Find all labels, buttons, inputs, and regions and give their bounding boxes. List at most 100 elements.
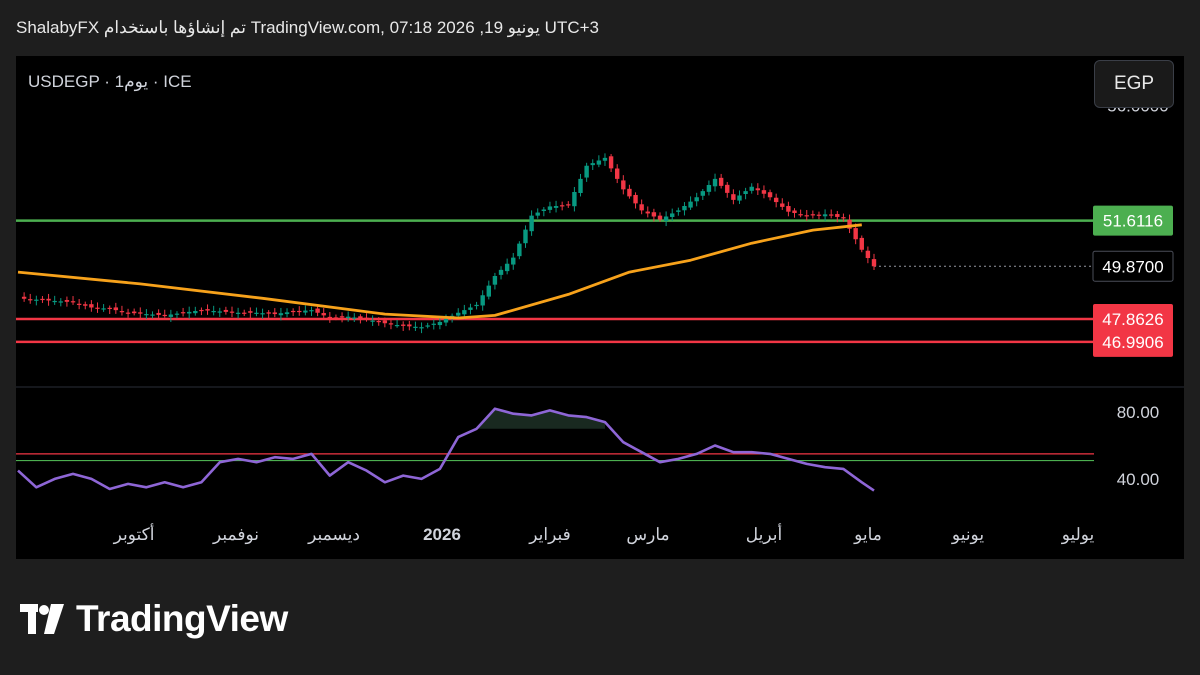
candle <box>590 159 595 171</box>
symbol-label[interactable]: USDEGP · 1يوم · ICE <box>28 72 192 92</box>
indicator-tick-label: 80.00 <box>1117 403 1160 422</box>
candle <box>180 307 186 317</box>
candle <box>737 190 742 204</box>
candle-body <box>180 312 186 314</box>
candle <box>486 280 491 300</box>
candle <box>767 189 773 201</box>
candle-body <box>688 201 693 208</box>
candle-body <box>242 312 247 314</box>
candle-body <box>70 301 76 303</box>
candle-body <box>278 313 284 316</box>
candle-body <box>205 309 210 311</box>
candle <box>119 305 125 316</box>
candle-body <box>456 312 461 316</box>
candle-body <box>431 323 436 325</box>
candle-body <box>407 324 412 327</box>
candle <box>468 303 473 315</box>
candle <box>290 308 296 316</box>
candle-body <box>749 186 754 191</box>
candle <box>187 306 192 319</box>
candle <box>370 315 375 326</box>
candle-body <box>676 210 681 212</box>
candle <box>242 309 247 317</box>
candle <box>498 266 504 280</box>
candle-body <box>529 215 534 232</box>
moving-average-line <box>17 223 862 320</box>
candle <box>529 210 534 236</box>
candle <box>407 320 412 331</box>
candle-body <box>413 326 418 328</box>
level-badge-label-1: 47.8626 <box>1102 310 1163 329</box>
candle <box>517 241 522 260</box>
candle-body <box>162 314 167 317</box>
candle-body <box>474 304 479 307</box>
candle-body <box>223 309 229 312</box>
candle-body <box>829 214 834 216</box>
candle <box>871 253 877 270</box>
candle-body <box>682 206 687 211</box>
chart-frame[interactable]: 56.000051.611647.862646.990649.8700 80.0… <box>16 56 1184 559</box>
candle <box>688 196 693 210</box>
candle <box>480 290 485 311</box>
candle-body <box>517 243 522 257</box>
candle-body <box>633 194 638 204</box>
candle <box>235 307 241 319</box>
candle <box>829 209 834 219</box>
candle-body <box>333 317 339 319</box>
candle <box>113 302 119 314</box>
candle-body <box>315 308 320 313</box>
candle <box>193 306 198 316</box>
candle <box>248 307 253 318</box>
candle-body <box>297 310 302 313</box>
currency-button[interactable]: EGP <box>1094 60 1174 108</box>
candle-body <box>810 214 816 216</box>
candle-body <box>853 228 858 240</box>
candle-body <box>657 215 663 220</box>
candle-body <box>58 301 63 303</box>
candle <box>150 311 155 319</box>
candle-body <box>737 195 742 201</box>
candle-body <box>364 317 369 320</box>
candle <box>76 298 82 310</box>
candle-body <box>419 327 424 329</box>
candle-body <box>841 217 846 219</box>
candle <box>95 302 100 313</box>
candle <box>58 298 63 307</box>
candle-body <box>309 310 314 312</box>
indicator-pane: 80.00 40.00 <box>16 403 1160 492</box>
candle-body <box>425 325 430 327</box>
candle <box>700 188 705 200</box>
candle <box>474 301 479 310</box>
candle-body <box>670 213 675 217</box>
candle <box>107 305 112 314</box>
candle <box>223 306 229 315</box>
candle-body <box>621 180 626 190</box>
candle-body <box>284 312 290 315</box>
candle <box>327 312 333 323</box>
candle-body <box>462 310 467 315</box>
candle-body <box>553 206 559 208</box>
candle <box>584 162 589 182</box>
candle-body <box>156 312 161 315</box>
candle <box>352 313 357 322</box>
candle-body <box>700 191 705 196</box>
candle-body <box>498 269 504 275</box>
candle <box>89 300 94 312</box>
candle <box>804 210 809 221</box>
chart-canvas[interactable]: 56.000051.611647.862646.990649.8700 80.0… <box>16 56 1184 559</box>
candle <box>670 208 675 222</box>
candle-body <box>52 300 57 303</box>
candle-body <box>712 178 718 187</box>
candle <box>572 186 577 212</box>
candle-body <box>608 156 614 169</box>
candle-body <box>859 237 864 250</box>
candle-body <box>34 299 39 301</box>
indicator-line <box>17 407 875 492</box>
candle-body <box>358 316 363 319</box>
candle-body <box>150 314 155 316</box>
candle-body <box>101 308 106 310</box>
candle-body <box>835 214 840 217</box>
candle-body <box>327 316 333 319</box>
candle <box>339 312 345 323</box>
candle <box>297 306 302 316</box>
